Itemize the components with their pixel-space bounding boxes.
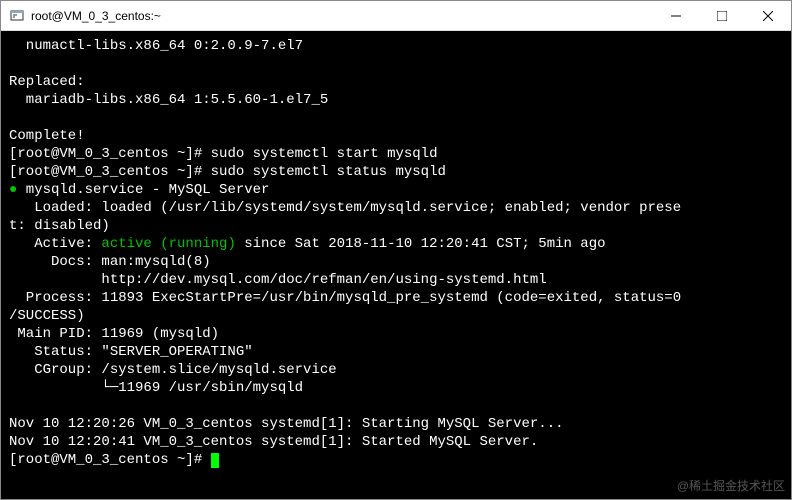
command-text: sudo systemctl status mysqld: [211, 164, 446, 180]
output-line: Complete!: [9, 128, 85, 144]
output-line: Replaced:: [9, 74, 85, 90]
output-line: numactl-libs.x86_64 0:2.0.9-7.el7: [9, 38, 303, 54]
output-line: t: disabled): [9, 218, 110, 234]
watermark: @稀土掘金技术社区: [677, 477, 785, 495]
command-text: sudo systemctl start mysqld: [211, 146, 438, 162]
output-line: └─11969 /usr/sbin/mysqld: [9, 380, 303, 396]
output-line: Loaded: loaded (/usr/lib/systemd/system/…: [9, 200, 681, 216]
terminal-body[interactable]: numactl-libs.x86_64 0:2.0.9-7.el7 Replac…: [1, 31, 791, 499]
output-line: Main PID: 11969 (mysqld): [9, 326, 219, 342]
titlebar[interactable]: root@VM_0_3_centos:~: [1, 1, 791, 31]
output-line: /SUCCESS): [9, 308, 85, 324]
minimize-button[interactable]: [653, 1, 699, 31]
terminal-window: root@VM_0_3_centos:~ numactl-libs.x86_64…: [0, 0, 792, 500]
close-button[interactable]: [745, 1, 791, 31]
output-line: Docs: man:mysqld(8): [9, 254, 211, 270]
app-icon: [9, 8, 25, 24]
output-line: Status: "SERVER_OPERATING": [9, 344, 253, 360]
maximize-button[interactable]: [699, 1, 745, 31]
active-status: active (running): [101, 236, 235, 252]
output-line: http://dev.mysql.com/doc/refman/en/using…: [9, 272, 547, 288]
prompt: [root@VM_0_3_centos ~]#: [9, 146, 211, 162]
log-line: Nov 10 12:20:41 VM_0_3_centos systemd[1]…: [9, 434, 538, 450]
prompt: [root@VM_0_3_centos ~]#: [9, 452, 211, 468]
prompt: [root@VM_0_3_centos ~]#: [9, 164, 211, 180]
active-label: Active:: [9, 236, 101, 252]
output-line: Process: 11893 ExecStartPre=/usr/bin/mys…: [9, 290, 681, 306]
active-since: since Sat 2018-11-10 12:20:41 CST; 5min …: [236, 236, 606, 252]
window-title: root@VM_0_3_centos:~: [31, 9, 161, 23]
output-line: CGroup: /system.slice/mysqld.service: [9, 362, 337, 378]
log-line: Nov 10 12:20:26 VM_0_3_centos systemd[1]…: [9, 416, 564, 432]
output-line: mariadb-libs.x86_64 1:5.5.60-1.el7_5: [9, 92, 328, 108]
cursor-icon: [211, 453, 219, 468]
service-name: mysqld.service - MySQL Server: [17, 182, 269, 198]
